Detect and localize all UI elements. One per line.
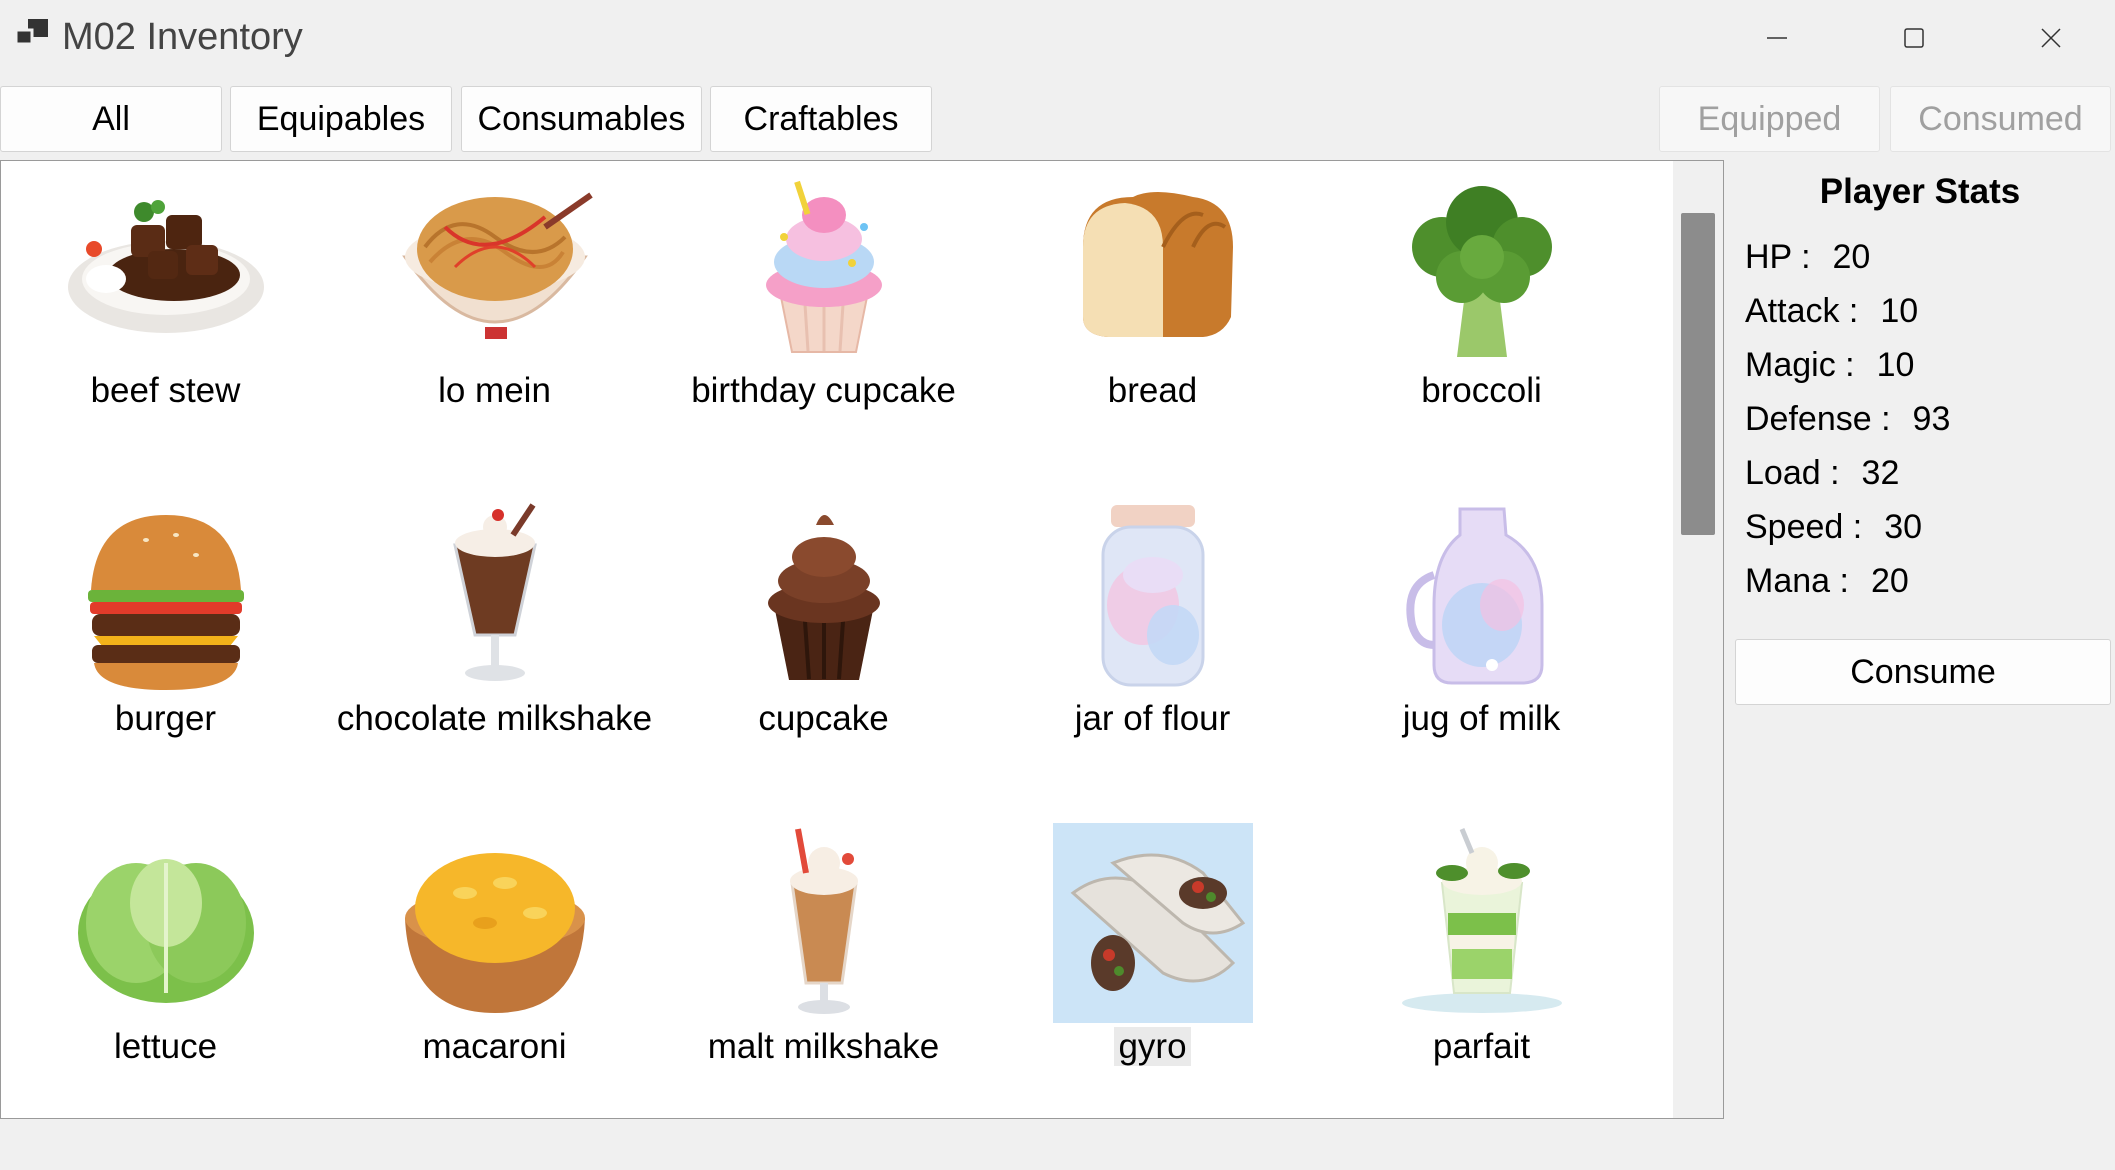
item-label: bread xyxy=(1107,371,1198,410)
item-label: birthday cupcake xyxy=(691,371,956,410)
tab-consumables[interactable]: Consumables xyxy=(461,86,702,152)
window-title: M02 Inventory xyxy=(62,16,303,58)
chocolate-milkshake-icon xyxy=(395,495,595,695)
app-icon xyxy=(14,18,52,52)
item-label: chocolate milkshake xyxy=(336,699,653,738)
broccoli-icon xyxy=(1382,167,1582,367)
jug-of-milk-icon xyxy=(1382,495,1582,695)
item-tile-bread[interactable]: bread xyxy=(988,161,1317,481)
stat-label: Load : xyxy=(1745,454,1840,492)
maximize-icon xyxy=(1902,26,1926,50)
stat-label: Attack : xyxy=(1745,292,1859,330)
stat-magic: Magic : 10 xyxy=(1745,346,1914,385)
item-label: macaroni xyxy=(422,1027,567,1066)
item-tile-parfait[interactable]: parfait xyxy=(1317,817,1646,1118)
stat-mana: Mana : 20 xyxy=(1745,562,1909,601)
stat-value: 30 xyxy=(1884,508,1923,546)
item-tile-birthday-cupcake[interactable]: birthday cupcake xyxy=(659,161,988,481)
item-label: gyro xyxy=(988,1027,1317,1067)
scrollbar-thumb[interactable] xyxy=(1681,213,1715,535)
item-label: lo mein xyxy=(438,371,551,410)
cupcake-icon xyxy=(724,495,924,695)
item-label: burger xyxy=(114,699,217,738)
stat-hp: HP : 20 xyxy=(1745,238,1870,277)
stat-value: 10 xyxy=(1876,346,1915,384)
item-tile-lo-mein[interactable]: lo mein xyxy=(330,161,659,481)
beef-stew-icon xyxy=(66,167,266,367)
item-label: jar of flour xyxy=(1074,699,1231,738)
bread-icon xyxy=(1053,167,1253,367)
item-tile-beef-stew[interactable]: beef stew xyxy=(1,161,330,481)
stat-label: HP : xyxy=(1745,238,1811,276)
tab-consumed[interactable]: Consumed xyxy=(1890,86,2111,152)
item-label: jug of milk xyxy=(1402,699,1561,738)
item-tile-jar-of-flour[interactable]: jar of flour xyxy=(988,489,1317,809)
stat-value: 32 xyxy=(1861,454,1900,492)
malt-milkshake-icon xyxy=(724,823,924,1023)
lo-mein-icon xyxy=(395,167,595,367)
item-tile-macaroni[interactable]: macaroni xyxy=(330,817,659,1118)
maximize-button[interactable] xyxy=(1845,0,1983,76)
item-tile-lettuce[interactable]: lettuce xyxy=(1,817,330,1118)
item-label: broccoli xyxy=(1421,371,1542,410)
item-tile-cupcake[interactable]: cupcake xyxy=(659,489,988,809)
item-tile-chocolate-milkshake[interactable]: chocolate milkshake xyxy=(330,489,659,809)
stat-attack: Attack : 10 xyxy=(1745,292,1918,331)
minimize-icon xyxy=(1765,26,1789,50)
macaroni-icon xyxy=(395,823,595,1023)
consume-button[interactable]: Consume xyxy=(1735,639,2111,705)
item-tile-broccoli[interactable]: broccoli xyxy=(1317,161,1646,481)
gyro-icon xyxy=(1052,823,1253,1023)
stat-load: Load : 32 xyxy=(1745,454,1899,493)
item-label: lettuce xyxy=(113,1027,218,1066)
item-tile-gyro[interactable]: gyro xyxy=(988,817,1317,1118)
stat-value: 10 xyxy=(1880,292,1919,330)
item-label: beef stew xyxy=(90,371,241,410)
item-label: cupcake xyxy=(758,699,889,738)
items-list: beef stew lo mein birthday cupcake bread… xyxy=(0,160,1724,1119)
stat-value: 93 xyxy=(1912,400,1951,438)
birthday-cupcake-icon xyxy=(724,167,924,367)
close-icon xyxy=(2039,26,2063,50)
stat-speed: Speed : 30 xyxy=(1745,508,1922,547)
item-tile-jug-of-milk[interactable]: jug of milk xyxy=(1317,489,1646,809)
tab-equipables[interactable]: Equipables xyxy=(230,86,452,152)
stat-label: Mana : xyxy=(1745,562,1849,600)
stat-label: Speed : xyxy=(1745,508,1863,546)
parfait-icon xyxy=(1382,823,1582,1023)
tab-all[interactable]: All xyxy=(0,86,222,152)
tab-equipped[interactable]: Equipped xyxy=(1659,86,1880,152)
minimize-button[interactable] xyxy=(1708,0,1846,76)
player-stats-title: Player Stats xyxy=(1819,172,2021,211)
items-scrollbar[interactable] xyxy=(1673,161,1723,1118)
stat-value: 20 xyxy=(1870,562,1909,600)
title-bar: M02 Inventory xyxy=(0,0,2115,76)
item-tile-burger[interactable]: burger xyxy=(1,489,330,809)
lettuce-icon xyxy=(66,823,266,1023)
tab-craftables[interactable]: Craftables xyxy=(710,86,932,152)
stat-value: 20 xyxy=(1832,238,1871,276)
jar-of-flour-icon xyxy=(1053,495,1253,695)
item-label: parfait xyxy=(1432,1027,1531,1066)
stat-label: Defense : xyxy=(1745,400,1891,438)
stat-label: Magic : xyxy=(1745,346,1855,384)
burger-icon xyxy=(66,495,266,695)
item-tile-malt-milkshake[interactable]: malt milkshake xyxy=(659,817,988,1118)
close-button[interactable] xyxy=(1982,0,2115,76)
stat-defense: Defense : 93 xyxy=(1745,400,1950,439)
item-label: malt milkshake xyxy=(707,1027,940,1066)
